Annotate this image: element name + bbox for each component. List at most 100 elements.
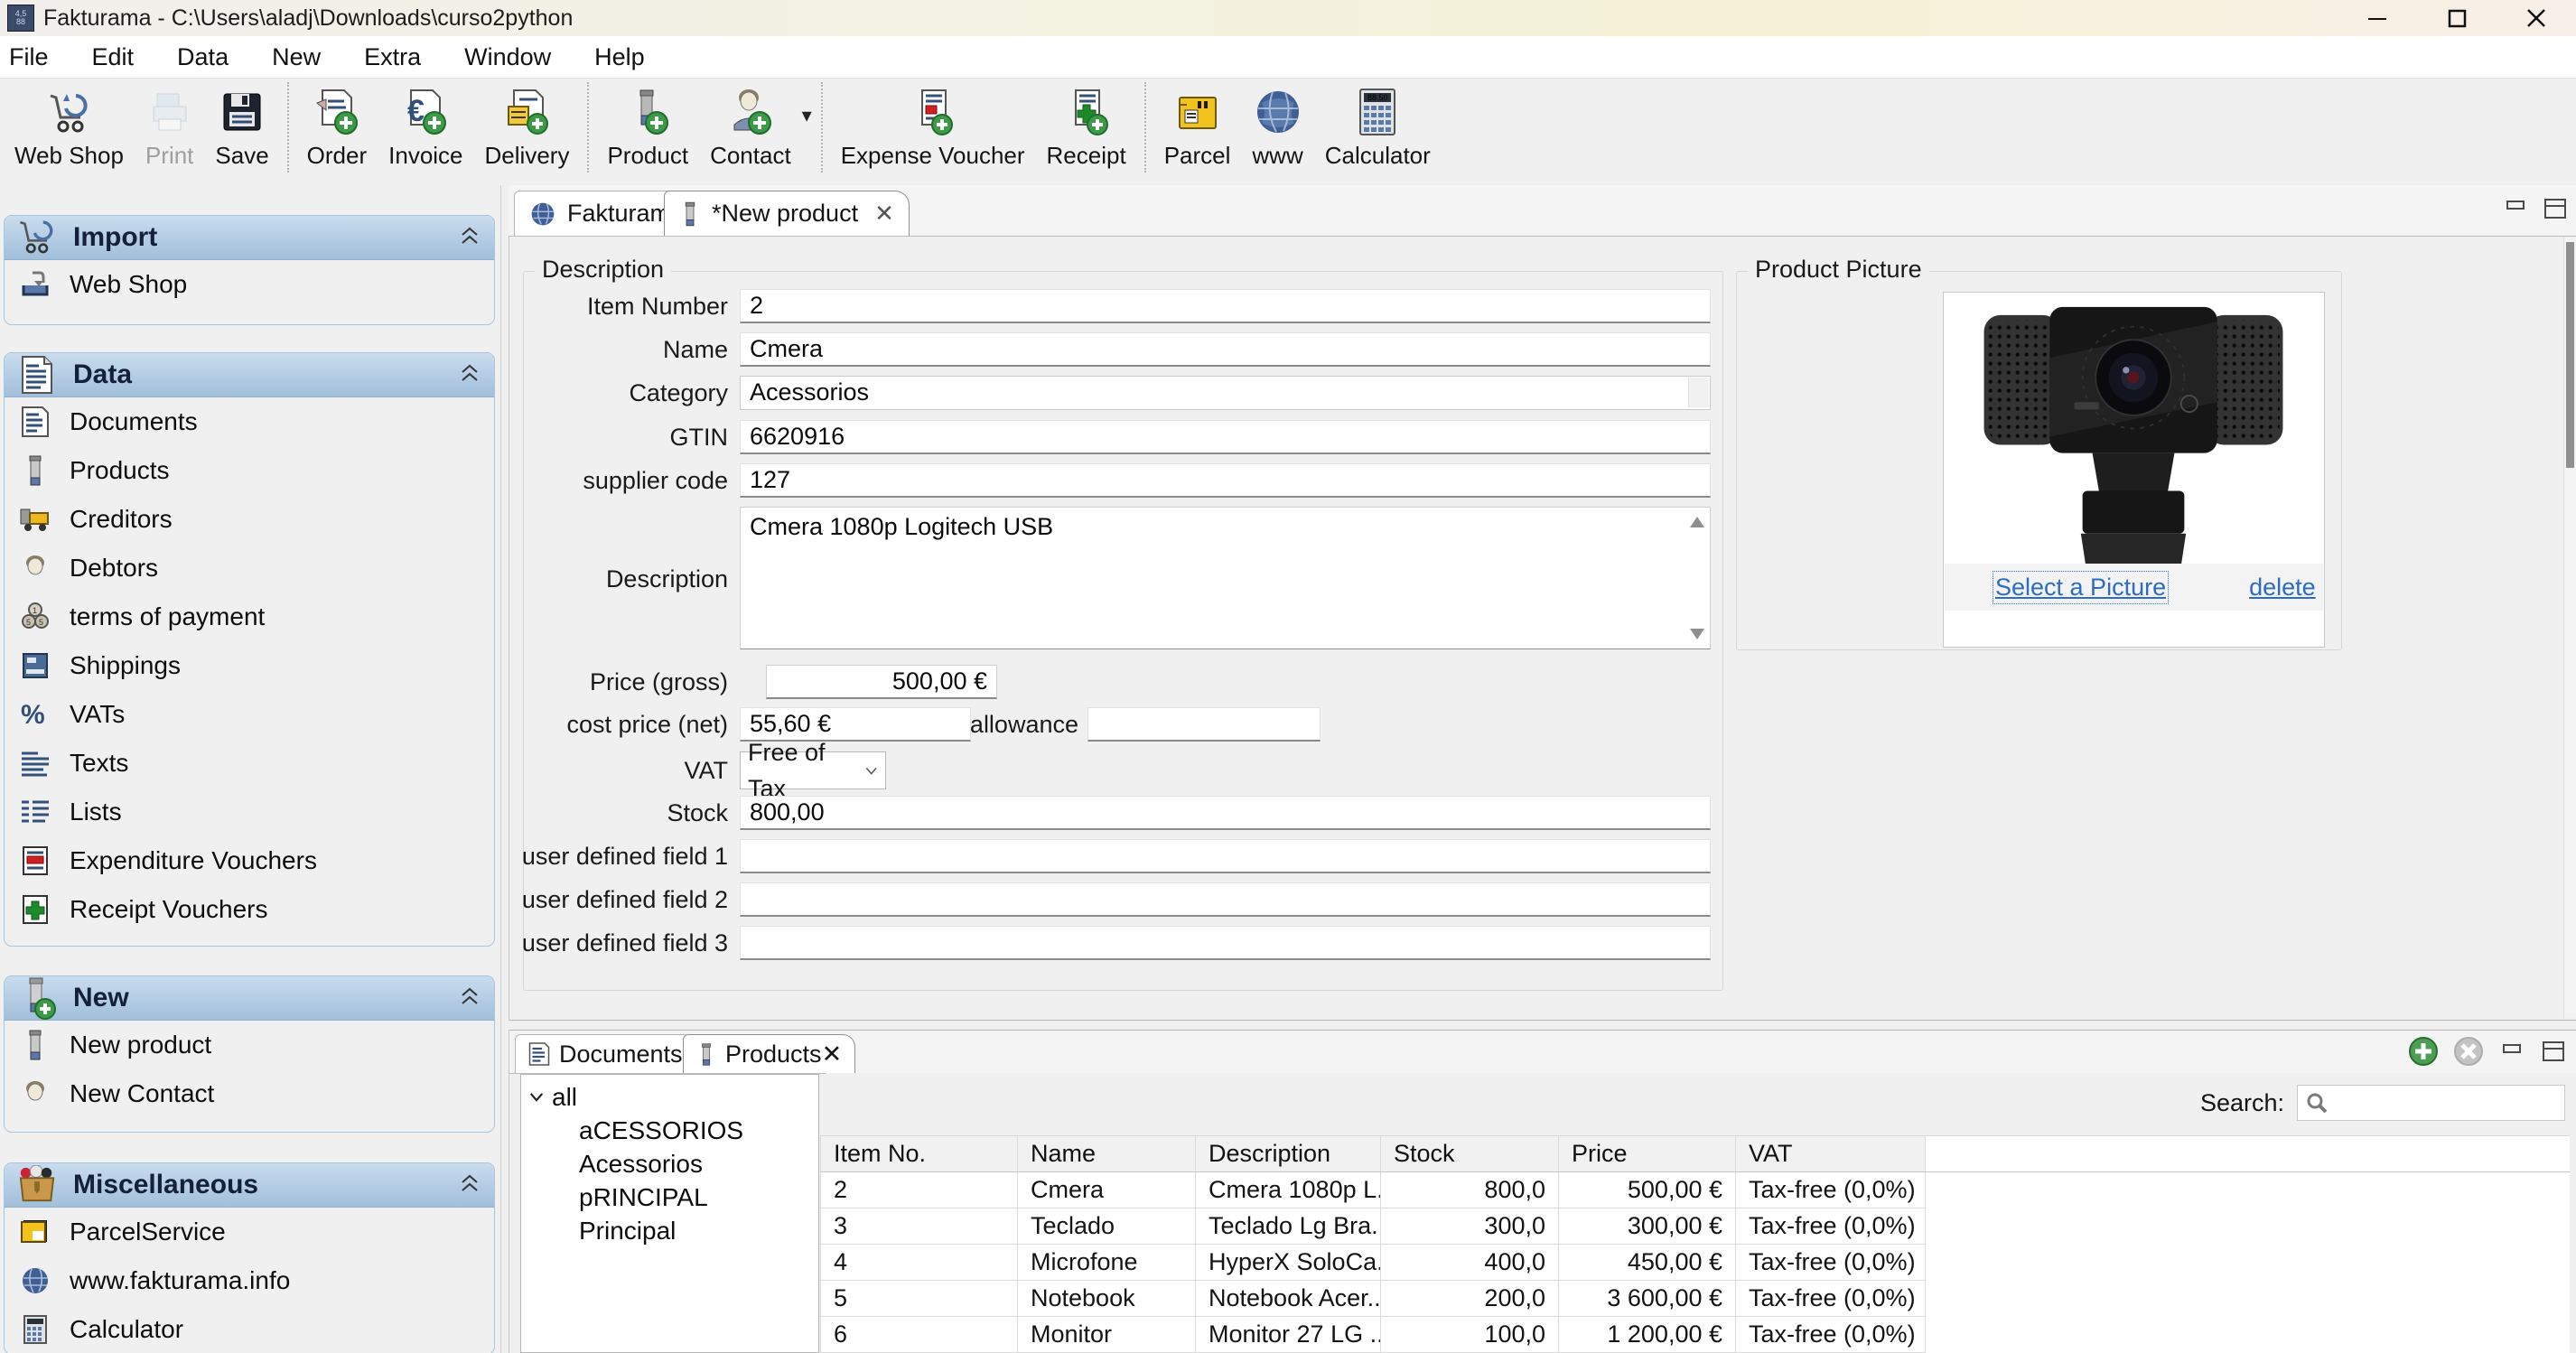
parcel-button[interactable]: Parcel: [1153, 79, 1242, 170]
price-gross-input[interactable]: 500,00 €: [766, 665, 997, 699]
sidebar-item-vats[interactable]: % VATs: [5, 690, 494, 739]
menu-file[interactable]: File: [0, 43, 70, 71]
column-header-stock[interactable]: Stock: [1381, 1136, 1559, 1172]
contact-dropdown-arrow[interactable]: ▾: [802, 104, 812, 127]
collapse-chevron-icon[interactable]: [458, 1171, 481, 1199]
sidebar-item-terms-of-payment[interactable]: 155 terms of payment: [5, 593, 494, 641]
receipt-button[interactable]: Receipt: [1036, 79, 1137, 170]
sidebar-item-texts[interactable]: Texts: [5, 739, 494, 788]
collapse-chevron-icon[interactable]: [458, 984, 481, 1012]
column-header-price[interactable]: Price: [1559, 1136, 1736, 1172]
web-shop-button[interactable]: Web Shop: [4, 79, 135, 170]
tree-node-principal-upper[interactable]: pRINCIPAL: [521, 1180, 818, 1214]
column-header-vat[interactable]: VAT: [1736, 1136, 1926, 1172]
select-picture-link[interactable]: Select a Picture: [1995, 574, 2166, 602]
collapse-chevron-icon[interactable]: [458, 224, 481, 252]
sidebar-item-expenditure-vouchers[interactable]: Expenditure Vouchers: [5, 836, 494, 885]
sidebar-item-lists[interactable]: Lists: [5, 788, 494, 836]
menu-window[interactable]: Window: [443, 43, 573, 71]
sidebar-item-creditors[interactable]: Creditors: [5, 495, 494, 544]
sidebar-item-fakturama-info[interactable]: www.fakturama.info: [5, 1256, 494, 1305]
sidebar-item-parcelservice[interactable]: ParcelService: [5, 1208, 494, 1256]
menu-extra[interactable]: Extra: [342, 43, 443, 71]
table-row[interactable]: 6 Monitor Monitor 27 LG ... 100,0 1 200,…: [821, 1317, 2570, 1353]
table-row[interactable]: 4 Microfone HyperX SoloCa... 400,0 450,0…: [821, 1245, 2570, 1281]
product-button[interactable]: Product: [596, 79, 699, 170]
tab-close-icon[interactable]: ✕: [822, 1040, 843, 1068]
product-picture-frame: Select a Picture delete: [1943, 292, 2325, 648]
delivery-button[interactable]: Delivery: [474, 79, 581, 170]
table-row[interactable]: 2 Cmera Cmera 1080p L... 800,0 500,00 € …: [821, 1172, 2570, 1208]
maximize-view-icon[interactable]: [2540, 1039, 2567, 1068]
texts-icon: [19, 747, 51, 779]
save-button[interactable]: Save: [204, 79, 279, 170]
udf2-input[interactable]: [740, 882, 1711, 917]
menu-help[interactable]: Help: [573, 43, 667, 71]
calculator-button[interactable]: 88.50 Calculator: [1314, 79, 1442, 170]
new-section-header[interactable]: New: [5, 976, 494, 1021]
invoice-button[interactable]: € Invoice: [378, 79, 473, 170]
scroll-down-icon[interactable]: [1690, 629, 1704, 639]
collapse-chevron-icon[interactable]: [458, 361, 481, 389]
minimize-view-icon[interactable]: [2502, 197, 2529, 225]
minimize-button[interactable]: [2338, 0, 2417, 36]
column-header-description[interactable]: Description: [1196, 1136, 1381, 1172]
search-input[interactable]: [2297, 1085, 2565, 1121]
cell-name: Microfone: [1018, 1245, 1196, 1281]
import-section-header[interactable]: Import: [5, 216, 494, 260]
sidebar-item-documents[interactable]: Documents: [5, 397, 494, 446]
sidebar-item-new-contact[interactable]: New Contact: [5, 1069, 494, 1118]
maximize-view-icon[interactable]: [2542, 196, 2569, 226]
scroll-up-icon[interactable]: [1690, 517, 1704, 527]
combo-button[interactable]: [1688, 378, 1709, 407]
sidebar-item-products[interactable]: Products: [5, 446, 494, 495]
column-header-name[interactable]: Name: [1018, 1136, 1196, 1172]
column-header-item-no[interactable]: Item No.: [821, 1136, 1018, 1172]
supplier-code-input[interactable]: 127: [740, 463, 1711, 498]
category-combo[interactable]: Acessorios: [740, 376, 1711, 410]
sidebar-item-debtors[interactable]: Debtors: [5, 544, 494, 593]
menu-edit[interactable]: Edit: [70, 43, 156, 71]
tab-new-product[interactable]: *New product ✕: [664, 191, 910, 236]
chevron-down-icon[interactable]: [521, 1091, 552, 1103]
www-button[interactable]: www: [1241, 79, 1313, 170]
tree-node-acessorios[interactable]: Acessorios: [521, 1147, 818, 1180]
description-textarea[interactable]: Cmera 1080p Logitech USB: [740, 507, 1711, 649]
table-row[interactable]: 5 Notebook Notebook Acer... 200,0 3 600,…: [821, 1281, 2570, 1317]
minimize-view-icon[interactable]: [2498, 1040, 2525, 1068]
maximize-button[interactable]: [2417, 0, 2497, 36]
add-product-icon[interactable]: [2408, 1036, 2439, 1071]
tree-node-principal[interactable]: Principal: [521, 1214, 818, 1247]
tree-node-acessorios-upper[interactable]: aCESSORIOS: [521, 1114, 818, 1147]
sidebar-item-shippings[interactable]: Shippings: [5, 641, 494, 690]
allowance-input[interactable]: [1087, 707, 1321, 742]
title-bar: 4,588 Fakturama - C:\Users\aladj\Downloa…: [0, 0, 2576, 36]
tab-close-icon[interactable]: ✕: [874, 200, 894, 228]
udf1-input[interactable]: [740, 839, 1711, 873]
gtin-input[interactable]: 6620916: [740, 420, 1711, 454]
sidebar-item-calculator[interactable]: Calculator: [5, 1305, 494, 1353]
tab-documents[interactable]: Documents: [515, 1034, 696, 1073]
item-number-input[interactable]: 2: [740, 289, 1711, 323]
menu-data[interactable]: Data: [155, 43, 250, 71]
stock-input[interactable]: 800,00: [740, 796, 1711, 830]
contact-button[interactable]: Contact: [699, 79, 802, 170]
tab-products[interactable]: Products ✕: [683, 1034, 855, 1073]
delete-picture-link[interactable]: delete: [2249, 574, 2316, 602]
miscellaneous-section-header[interactable]: Miscellaneous: [5, 1163, 494, 1208]
expense-voucher-button[interactable]: Expense Voucher: [830, 79, 1036, 170]
scrollbar-thumb[interactable]: [2566, 242, 2574, 468]
table-row[interactable]: 3 Teclado Teclado Lg Bra... 300,0 300,00…: [821, 1208, 2570, 1245]
sidebar-item-receipt-vouchers[interactable]: Receipt Vouchers: [5, 885, 494, 934]
close-button[interactable]: [2497, 0, 2576, 36]
data-section-header[interactable]: Data: [5, 353, 494, 397]
name-input[interactable]: Cmera: [740, 332, 1711, 367]
editor-scrollbar[interactable]: [2563, 237, 2576, 1018]
sidebar-item-web-shop[interactable]: Web Shop: [5, 260, 494, 309]
tree-node-all[interactable]: all: [521, 1080, 818, 1114]
sidebar-item-new-product[interactable]: New product: [5, 1021, 494, 1069]
udf3-input[interactable]: [740, 926, 1711, 960]
order-button[interactable]: Order: [296, 79, 378, 170]
menu-new[interactable]: New: [250, 43, 342, 71]
vat-dropdown[interactable]: Free of Tax: [740, 751, 886, 789]
